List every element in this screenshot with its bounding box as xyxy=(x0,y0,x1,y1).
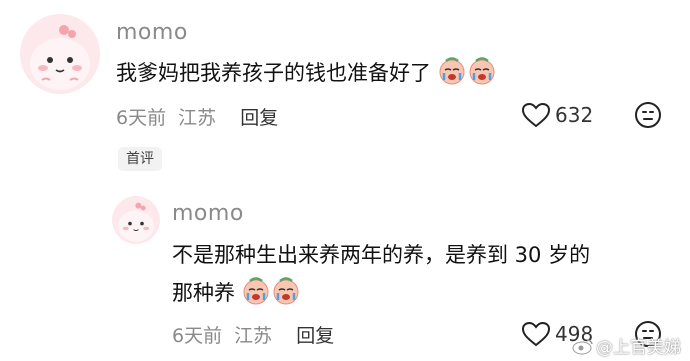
avatar-image xyxy=(20,14,100,94)
avatar[interactable] xyxy=(20,14,100,94)
comment-time: 6天前 xyxy=(172,325,223,347)
like-button[interactable]: 632 xyxy=(521,101,593,129)
like-count: 632 xyxy=(555,103,594,127)
reply-button[interactable]: 回复 xyxy=(240,107,278,129)
comment-meta: 6天前 江苏 回复 xyxy=(116,103,278,130)
comment-location: 江苏 xyxy=(234,325,273,347)
comment-text-body: 那种养 xyxy=(172,281,235,305)
heart-icon xyxy=(521,321,551,347)
comment-text-body: 我爹妈把我养孩子的钱也准备好了 xyxy=(116,61,431,85)
first-comment-badge: 首评 xyxy=(118,147,162,171)
avatar-image xyxy=(112,196,160,244)
comment-text-line2: 那种养 xyxy=(172,276,300,310)
comment-location: 江苏 xyxy=(178,107,217,129)
neutral-face-icon xyxy=(635,102,661,128)
avatar[interactable] xyxy=(112,196,160,244)
dislike-button[interactable] xyxy=(634,101,662,133)
comment-text: 我爹妈把我养孩子的钱也准备好了 xyxy=(116,56,496,90)
comment-meta: 6天前 江苏 回复 xyxy=(172,321,334,348)
comment-text-line1: 不是那种生出来养两年的养，是养到 30 岁的 xyxy=(172,243,591,267)
reply-button[interactable]: 回复 xyxy=(296,325,334,347)
comment-time: 6天前 xyxy=(116,107,167,129)
crying-face-emoji-icon xyxy=(439,57,495,85)
heart-icon xyxy=(521,102,551,128)
watermark: @上官美娣 xyxy=(572,333,681,358)
crying-face-emoji-icon xyxy=(243,277,299,305)
comment-username[interactable]: momo xyxy=(116,20,188,45)
watermark-text: @上官美娣 xyxy=(596,338,681,358)
comment-username[interactable]: momo xyxy=(172,201,244,226)
weibo-logo-icon xyxy=(572,338,593,354)
